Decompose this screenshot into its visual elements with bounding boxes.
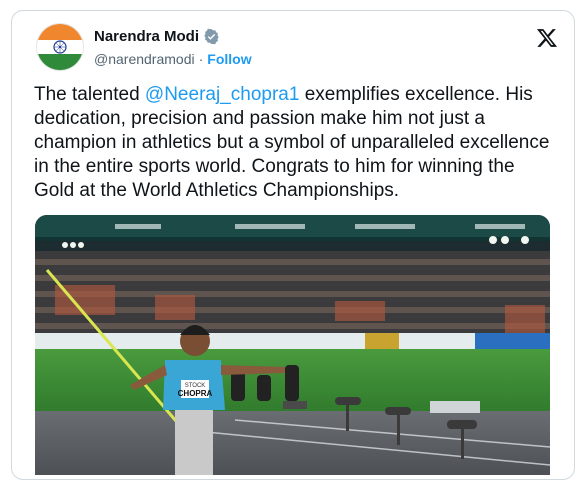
author-name-row[interactable]: Narendra Modi xyxy=(94,28,220,45)
mention-link[interactable]: @Neeraj_chopra1 xyxy=(145,84,300,105)
tweet-text: The talented @Neeraj_chopra1 exemplifies… xyxy=(34,83,554,203)
tweet-photo[interactable]: STOCK CHOPRA xyxy=(35,215,550,475)
author-handle-row: @narendramodi · Follow xyxy=(94,51,252,67)
handle-separator: · xyxy=(198,51,204,67)
stadium-photo: STOCK CHOPRA xyxy=(35,215,550,475)
x-logo-icon[interactable] xyxy=(536,27,558,49)
tweet-text-before: The talented xyxy=(34,84,145,105)
author-display-name[interactable]: Narendra Modi xyxy=(94,28,199,45)
author-handle[interactable]: @narendramodi xyxy=(94,51,195,67)
tweet-card[interactable]: Narendra Modi @narendramodi · Follow The… xyxy=(11,10,575,480)
author-avatar[interactable] xyxy=(36,23,84,71)
follow-button[interactable]: Follow xyxy=(207,51,251,67)
verified-badge-icon xyxy=(204,28,219,45)
bib-name: CHOPRA xyxy=(178,389,213,398)
